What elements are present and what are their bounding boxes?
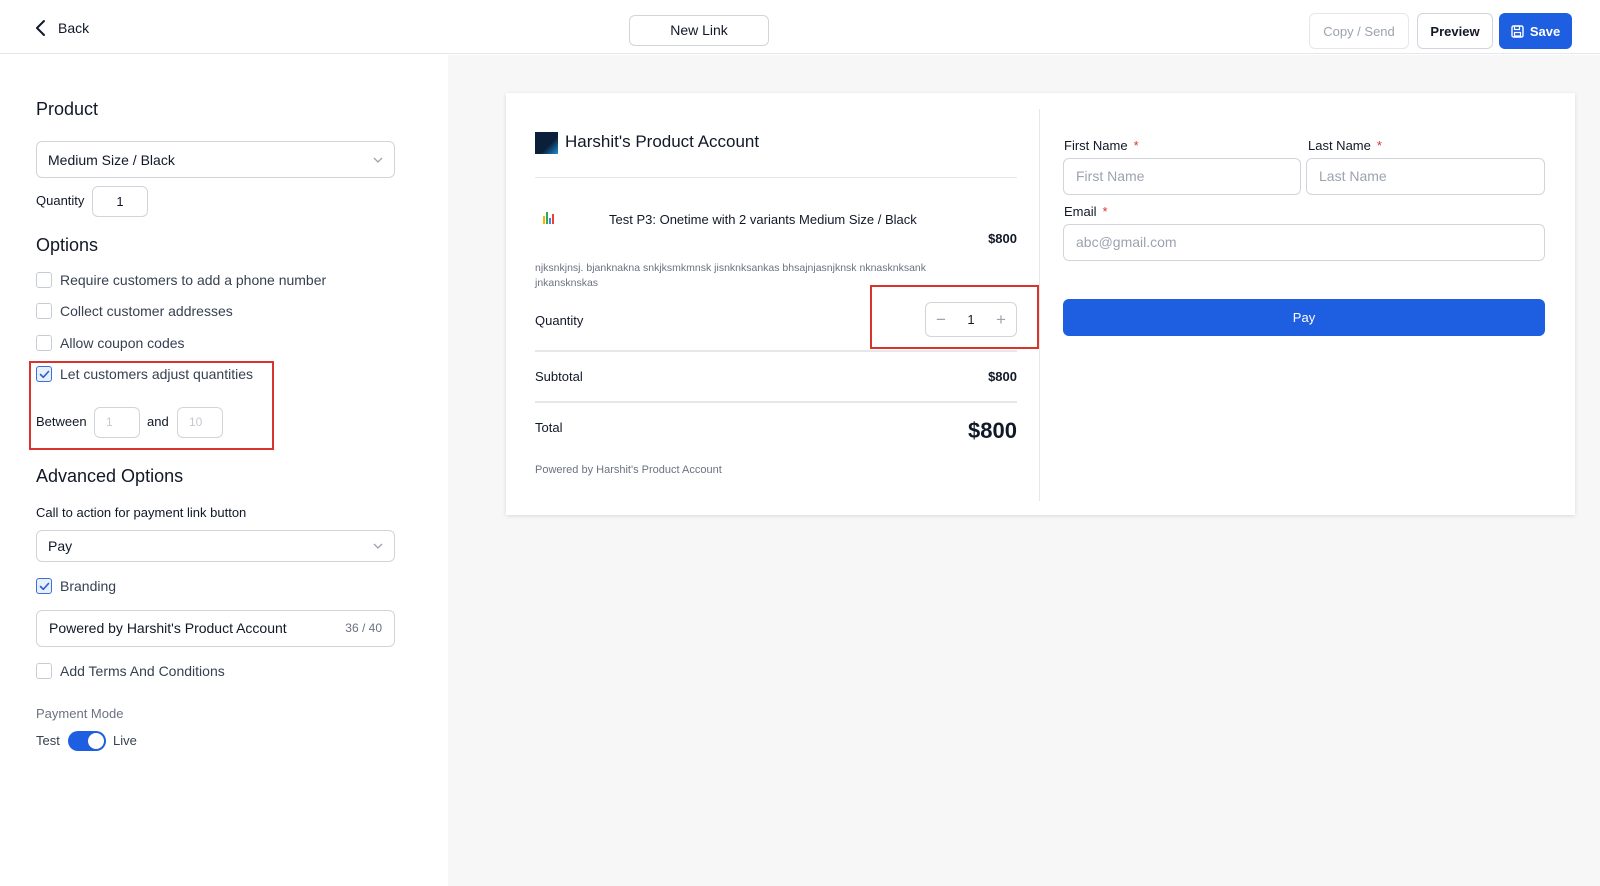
top-bar: Back New Link Copy / Send Preview Save <box>0 0 1600 54</box>
annotation-highlight-box <box>870 285 1039 349</box>
branding-text-value: Powered by Harshit's Product Account <box>49 620 287 636</box>
settings-panel: Product Medium Size / Black Quantity 1 O… <box>0 55 448 886</box>
required-mark: * <box>1133 138 1139 153</box>
back-label: Back <box>58 20 90 36</box>
variant-select-value: Medium Size / Black <box>48 151 175 168</box>
options-heading: Options <box>36 235 99 255</box>
option-label: Collect customer addresses <box>60 303 233 319</box>
quantity-input[interactable]: 1 <box>92 186 148 217</box>
mode-live-label: Live <box>113 733 137 748</box>
cta-select[interactable]: Pay <box>36 530 395 562</box>
product-heading: Product <box>36 99 99 119</box>
payment-mode-toggle[interactable] <box>68 731 106 751</box>
account-name: Harshit's Product Account <box>565 132 760 151</box>
copy-send-button[interactable]: Copy / Send <box>1309 13 1409 49</box>
chevron-left-icon <box>36 20 45 36</box>
checkbox-checked[interactable] <box>36 578 52 594</box>
advanced-options-heading: Advanced Options <box>36 466 184 486</box>
checkout-quantity-label: Quantity <box>535 313 584 328</box>
quantity-label: Quantity <box>36 193 85 208</box>
checkbox[interactable] <box>36 272 52 288</box>
checkbox[interactable] <box>36 303 52 319</box>
annotation-highlight-box <box>29 361 274 450</box>
last-name-label: Last Name * <box>1308 138 1382 153</box>
save-button[interactable]: Save <box>1499 13 1572 49</box>
terms-label: Add Terms And Conditions <box>60 663 225 679</box>
option-branding[interactable]: Branding <box>36 578 116 594</box>
checkbox[interactable] <box>36 663 52 679</box>
option-label: Allow coupon codes <box>60 335 185 351</box>
link-name-input[interactable]: New Link <box>629 15 769 46</box>
chevron-down-icon <box>373 157 383 163</box>
chevron-down-icon <box>373 543 383 549</box>
save-disk-icon <box>1511 24 1524 38</box>
powered-by-text: Powered by Harshit's Product Account <box>535 464 722 476</box>
first-name-label-text: First Name <box>1064 138 1128 153</box>
divider <box>535 350 1017 352</box>
divider <box>535 177 1017 178</box>
checkbox[interactable] <box>36 335 52 351</box>
character-count: 36 / 40 <box>345 621 382 635</box>
variant-select[interactable]: Medium Size / Black <box>36 141 395 178</box>
card-divider <box>1039 109 1040 501</box>
pay-button[interactable]: Pay <box>1063 299 1545 336</box>
total-value: $800 <box>968 418 1017 443</box>
last-name-label-text: Last Name <box>1308 138 1371 153</box>
option-coupon-codes[interactable]: Allow coupon codes <box>36 335 185 351</box>
account-logo-icon <box>535 132 558 154</box>
toggle-knob <box>88 733 104 749</box>
checkmark-icon <box>39 582 49 590</box>
subtotal-value: $800 <box>988 369 1017 384</box>
email-label: Email * <box>1064 204 1108 219</box>
total-label: Total <box>535 420 563 435</box>
option-terms[interactable]: Add Terms And Conditions <box>36 663 225 679</box>
branding-label: Branding <box>60 578 117 594</box>
payment-mode-label: Payment Mode <box>36 706 124 721</box>
product-price: $800 <box>988 231 1017 246</box>
cta-select-value: Pay <box>48 538 73 554</box>
preview-label: Preview <box>1430 23 1480 39</box>
first-name-label: First Name * <box>1064 138 1139 153</box>
cta-label: Call to action for payment link button <box>36 505 247 520</box>
option-phone-number[interactable]: Require customers to add a phone number <box>36 272 326 288</box>
preview-button[interactable]: Preview <box>1417 13 1493 49</box>
required-mark: * <box>1376 138 1382 153</box>
divider <box>535 401 1017 403</box>
mode-test-label: Test <box>36 733 60 748</box>
email-input[interactable]: abc@gmail.com <box>1063 224 1545 261</box>
branding-text-input[interactable]: Powered by Harshit's Product Account 36 … <box>36 610 395 647</box>
back-button[interactable]: Back <box>34 16 89 40</box>
first-name-input[interactable]: First Name <box>1063 158 1301 195</box>
email-label-text: Email <box>1064 204 1097 219</box>
save-label: Save <box>1529 23 1561 39</box>
product-name: Test P3: Onetime with 2 variants Medium … <box>609 212 917 227</box>
last-name-input[interactable]: Last Name <box>1306 158 1545 195</box>
copy-send-label: Copy / Send <box>1323 23 1395 39</box>
product-thumbnail-icon <box>543 212 555 224</box>
subtotal-label: Subtotal <box>535 369 583 384</box>
option-addresses[interactable]: Collect customer addresses <box>36 303 233 319</box>
required-mark: * <box>1102 204 1108 219</box>
option-label: Require customers to add a phone number <box>60 272 327 288</box>
